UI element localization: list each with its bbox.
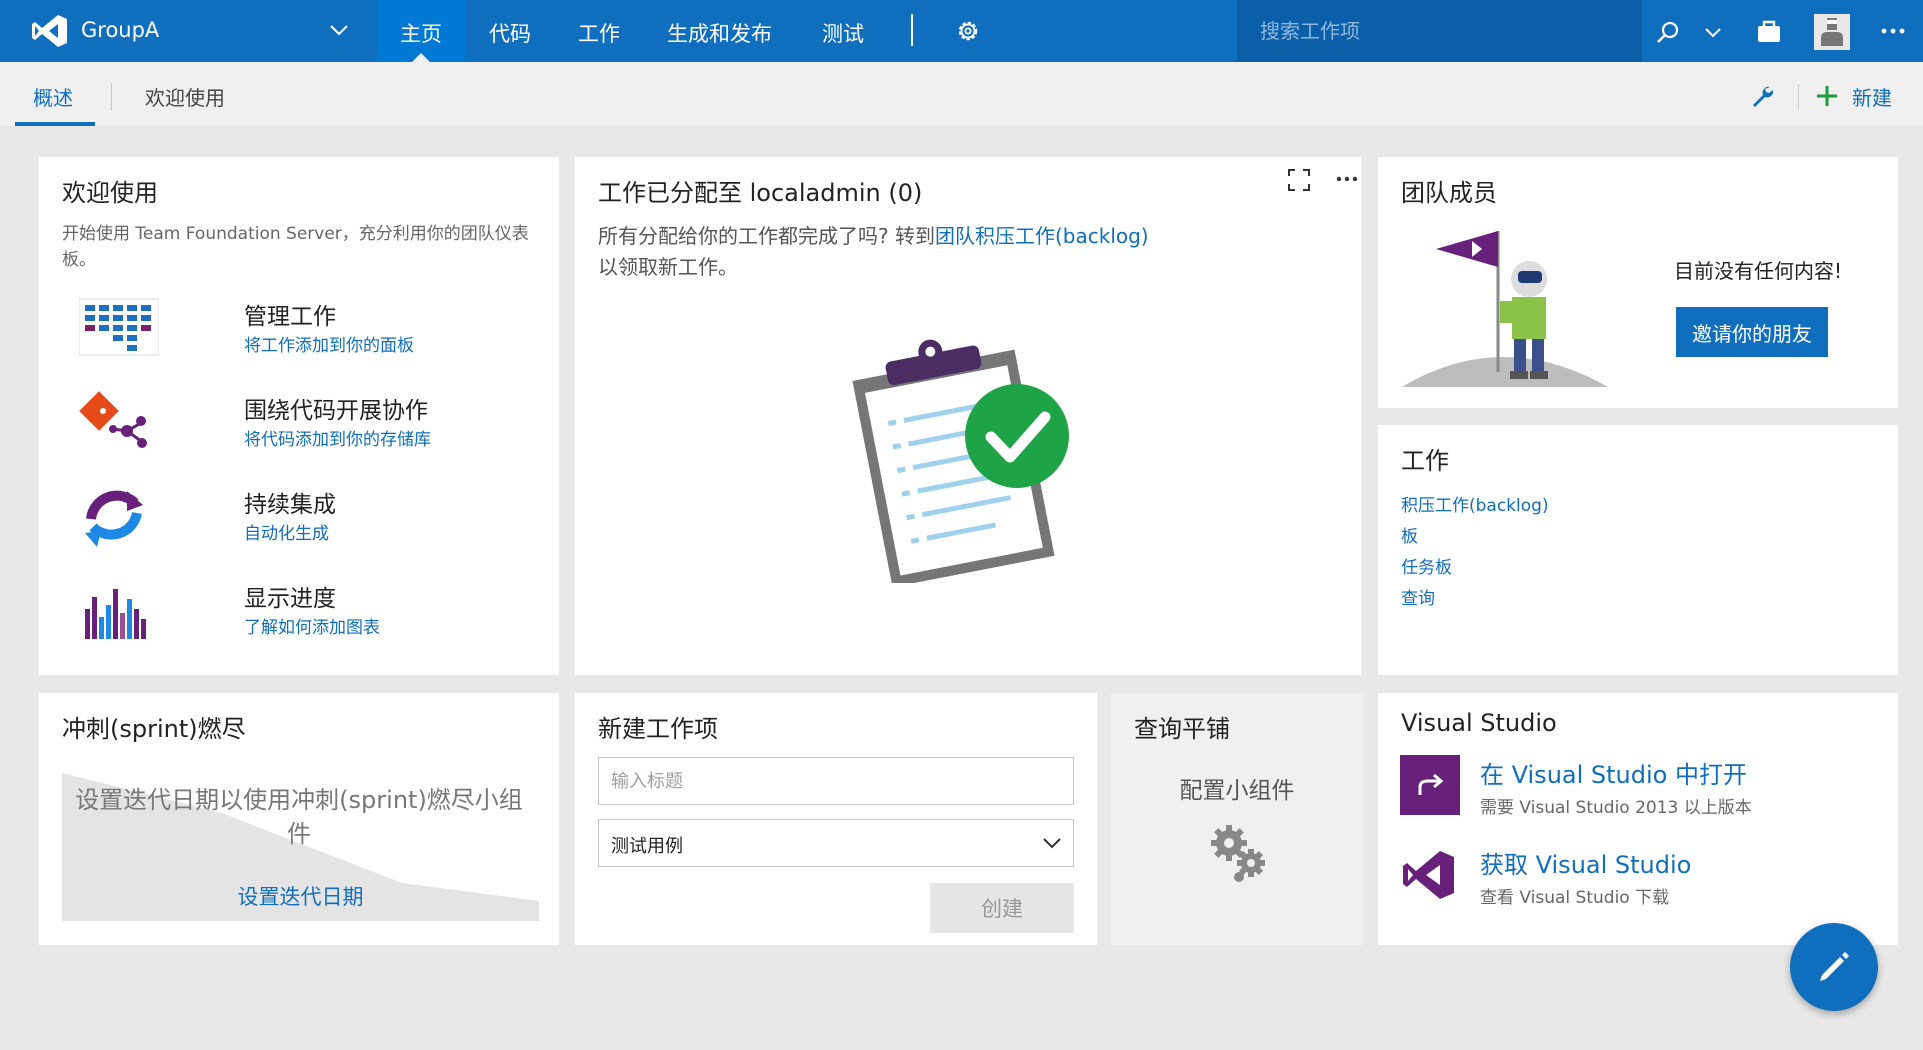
chevron-down-icon[interactable]: [328, 19, 350, 41]
sub-navigation-bar: 概述 欢迎使用 新建: [0, 62, 1923, 126]
vs-item-subtitle: 查看 Visual Studio 下载: [1480, 888, 1670, 908]
plus-icon: [1817, 86, 1837, 106]
get-visual-studio[interactable]: 获取 Visual Studio 查看 Visual Studio 下载: [1400, 845, 1840, 909]
bar-chart-icon: [85, 589, 146, 639]
tile-title: 冲刺(sprint)燃尽: [62, 715, 246, 743]
nav-work[interactable]: 工作: [578, 18, 620, 48]
tile-title: 工作: [1401, 447, 1449, 475]
welcome-item-title: 围绕代码开展协作: [244, 398, 428, 424]
clipboard-check-illustration: [852, 339, 1069, 583]
git-icon: [79, 391, 147, 448]
astronaut-illustration: [1402, 231, 1608, 387]
work-link-backlog[interactable]: 积压工作(backlog): [1401, 491, 1549, 516]
user-avatar[interactable]: [1814, 14, 1850, 50]
tab-welcome[interactable]: 欢迎使用: [145, 82, 225, 111]
nav-divider: [911, 14, 913, 46]
active-tab-underline: [15, 122, 95, 126]
work-link-taskboard[interactable]: 任务板: [1401, 553, 1452, 578]
query-tile[interactable]: 查询平铺 配置小组件: [1111, 693, 1363, 945]
more-options-icon[interactable]: [1880, 22, 1906, 40]
welcome-tile: 欢迎使用 开始使用 Team Foundation Server，充分利用你的团…: [39, 157, 559, 675]
work-item-title-input[interactable]: [598, 757, 1074, 805]
welcome-item-manage-work: 管理工作 将工作添加到你的面板: [79, 297, 519, 377]
welcome-item-ci: 持续集成 自动化生成: [79, 485, 519, 565]
assigned-description: 所有分配给你的工作都完成了吗? 转到团队积压工作(backlog) 以领取新工作…: [598, 221, 1198, 283]
welcome-item-title: 显示进度: [244, 586, 336, 612]
assigned-work-tile: 工作已分配至 localadmin (0) 所有分配给你的工作都完成了吗? 转到…: [575, 157, 1361, 675]
nav-test[interactable]: 测试: [822, 18, 864, 48]
welcome-description: 开始使用 Team Foundation Server，充分利用你的团队仪表板。: [62, 224, 529, 270]
nav-code[interactable]: 代码: [489, 18, 531, 48]
tile-title: 工作已分配至 localadmin (0): [598, 179, 923, 207]
tile-title: 团队成员: [1401, 179, 1497, 207]
create-button[interactable]: 创建: [930, 883, 1074, 933]
open-share-icon: [1400, 755, 1460, 815]
pencil-icon: [1820, 952, 1849, 981]
search-input[interactable]: [1260, 16, 1620, 46]
welcome-item-link[interactable]: 将代码添加到你的存储库: [244, 425, 431, 450]
vs-item-title[interactable]: 在 Visual Studio 中打开: [1480, 755, 1747, 790]
welcome-item-link[interactable]: 自动化生成: [244, 519, 329, 544]
user-icon: [1821, 18, 1843, 46]
empty-message: 目前没有任何内容!: [1673, 259, 1843, 283]
open-in-visual-studio[interactable]: 在 Visual Studio 中打开 需要 Visual Studio 201…: [1400, 755, 1840, 819]
set-iteration-dates-link[interactable]: 设置迭代日期: [62, 881, 539, 911]
nav-build-release[interactable]: 生成和发布: [667, 18, 772, 48]
sync-icon: [85, 490, 143, 547]
chevron-down-icon: [1043, 838, 1061, 849]
assigned-desc-text: 以领取新工作。: [598, 255, 738, 279]
invite-friends-button[interactable]: 邀请你的朋友: [1676, 307, 1828, 357]
vs-item-title[interactable]: 获取 Visual Studio: [1480, 845, 1691, 880]
vs-item-subtitle: 需要 Visual Studio 2013 以上版本: [1480, 798, 1752, 818]
burndown-message: 设置迭代日期以使用冲刺(sprint)燃尽小组件: [75, 786, 523, 848]
configure-widget-label[interactable]: 配置小组件: [1111, 771, 1363, 805]
tab-divider: [111, 83, 112, 111]
tile-title: Visual Studio: [1401, 709, 1557, 737]
welcome-item-link[interactable]: 了解如何添加图表: [244, 613, 380, 638]
new-label: 新建: [1852, 86, 1892, 110]
toolbar-divider: [1798, 84, 1799, 110]
welcome-item-progress: 显示进度 了解如何添加图表: [79, 579, 519, 659]
board-icon: [79, 298, 159, 356]
top-navigation-bar: GroupA 主页 代码 工作 生成和发布 测试: [0, 0, 1923, 62]
work-item-type-value: 测试用例: [611, 836, 683, 857]
settings-gear-icon[interactable]: [955, 18, 981, 44]
nav-active-caret: [412, 53, 430, 62]
welcome-item-title: 管理工作: [244, 304, 336, 330]
visual-studio-logo-icon[interactable]: [32, 14, 68, 48]
more-options-icon[interactable]: [1335, 171, 1359, 187]
welcome-item-code: 围绕代码开展协作 将代码添加到你的存储库: [79, 391, 519, 471]
visual-studio-tile: Visual Studio 在 Visual Studio 中打开 需要 Vis…: [1378, 693, 1898, 945]
nav-home[interactable]: 主页: [400, 18, 442, 48]
expand-icon[interactable]: [1287, 168, 1311, 192]
search-box: [1237, 0, 1642, 62]
tab-overview[interactable]: 概述: [33, 82, 73, 111]
visual-studio-logo-icon: [1403, 851, 1454, 899]
work-link-board[interactable]: 板: [1401, 522, 1418, 547]
backlog-link[interactable]: 团队积压工作(backlog): [935, 224, 1149, 248]
tile-title: 欢迎使用: [62, 179, 158, 207]
wrench-icon[interactable]: [1750, 84, 1774, 108]
welcome-item-title: 持续集成: [244, 492, 336, 518]
sprint-burndown-tile: 冲刺(sprint)燃尽 设置迭代日期以使用冲刺(sprint)燃尽小组件 设置…: [39, 693, 559, 945]
assigned-desc-text: 所有分配给你的工作都完成了吗? 转到: [598, 224, 935, 248]
tile-title: 新建工作项: [598, 715, 718, 743]
work-link-queries[interactable]: 查询: [1401, 584, 1435, 609]
tile-title: 查询平铺: [1134, 715, 1230, 743]
welcome-item-link[interactable]: 将工作添加到你的面板: [244, 331, 414, 356]
team-members-tile: 团队成员 目前没有任何内容! 邀请你的朋友: [1378, 157, 1898, 408]
edit-dashboard-button[interactable]: [1790, 923, 1878, 1011]
work-item-type-select[interactable]: 测试用例: [598, 819, 1074, 867]
marketplace-bag-icon[interactable]: [1756, 19, 1782, 43]
chevron-down-icon[interactable]: [1704, 24, 1722, 42]
work-tile: 工作 积压工作(backlog) 板 任务板 查询: [1378, 425, 1898, 675]
new-work-item-tile: 新建工作项 测试用例 创建: [575, 693, 1097, 945]
search-icon[interactable]: [1656, 20, 1680, 44]
project-name[interactable]: GroupA: [81, 18, 159, 42]
gears-icon[interactable]: [1207, 821, 1271, 885]
